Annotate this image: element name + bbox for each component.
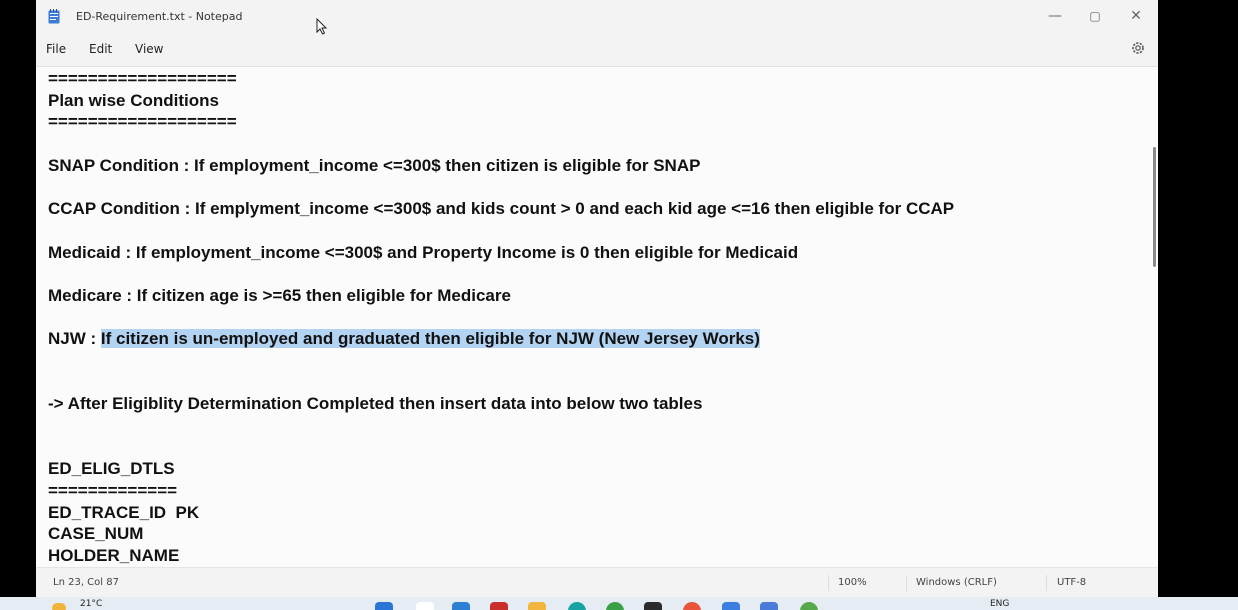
editor-line: ============= bbox=[48, 481, 178, 501]
editor-line: HOLDER_NAME bbox=[48, 546, 180, 566]
menu-view[interactable]: View bbox=[135, 42, 163, 56]
menu-bar: File Edit View bbox=[36, 34, 1158, 67]
taskbar: 21°C ENG bbox=[0, 597, 1238, 610]
editor-line: =================== bbox=[48, 69, 237, 88]
terminal-icon[interactable] bbox=[644, 602, 662, 610]
edge-icon[interactable] bbox=[568, 602, 586, 610]
editor-line: NJW : If citizen is un-employed and grad… bbox=[48, 328, 954, 350]
text-editor[interactable]: =================== Plan wise Conditions =… bbox=[36, 67, 1158, 567]
weather-icon bbox=[52, 603, 66, 610]
editor-line: CCAP Condition : If emplyment_income <=3… bbox=[48, 199, 955, 219]
vertical-scrollbar[interactable] bbox=[1153, 147, 1156, 267]
editor-line: -> After Eligiblity Determination Comple… bbox=[48, 394, 703, 414]
notepad-icon bbox=[48, 9, 60, 24]
maximize-button[interactable]: ▢ bbox=[1075, 4, 1115, 28]
notepad-window: ED-Requirement.txt - Notepad — ▢ ✕ File … bbox=[36, 0, 1158, 597]
start-icon[interactable] bbox=[375, 602, 393, 610]
editor-line: CASE_NUM bbox=[48, 524, 144, 544]
editor-line: Medicaid : If employment_income <=300$ a… bbox=[48, 242, 799, 262]
menu-file[interactable]: File bbox=[46, 42, 66, 56]
status-divider bbox=[828, 575, 829, 591]
line-text: NJW : bbox=[48, 329, 101, 349]
status-bar: Ln 23, Col 87 100% Windows (CRLF) UTF-8 bbox=[36, 567, 1158, 597]
zoom-level: 100% bbox=[838, 577, 867, 588]
temperature: 21°C bbox=[80, 599, 103, 609]
cursor-position: Ln 23, Col 87 bbox=[53, 577, 119, 588]
language-indicator[interactable]: ENG bbox=[990, 599, 1009, 609]
encoding: UTF-8 bbox=[1057, 577, 1087, 588]
chrome-icon[interactable] bbox=[606, 602, 624, 610]
gear-icon[interactable] bbox=[1130, 40, 1146, 56]
editor-line: SNAP Condition : If employment_income <=… bbox=[48, 155, 701, 175]
store-icon[interactable] bbox=[452, 602, 470, 610]
status-divider bbox=[906, 575, 907, 591]
search-icon[interactable] bbox=[416, 602, 434, 610]
editor-line: Medicare : If citizen age is >=65 then e… bbox=[48, 285, 511, 305]
editor-lines: =================== Plan wise Conditions =… bbox=[48, 68, 954, 567]
status-divider bbox=[1046, 575, 1047, 591]
editor-line: =================== bbox=[48, 112, 237, 132]
mail-icon[interactable] bbox=[490, 602, 508, 610]
title-bar[interactable]: ED-Requirement.txt - Notepad — ▢ ✕ bbox=[36, 0, 1158, 34]
close-button[interactable]: ✕ bbox=[1116, 4, 1156, 28]
folder-icon[interactable] bbox=[528, 602, 546, 610]
menu-edit[interactable]: Edit bbox=[89, 42, 112, 56]
minimize-button[interactable]: — bbox=[1035, 4, 1075, 28]
window-title: ED-Requirement.txt - Notepad bbox=[76, 10, 243, 23]
mouse-cursor-icon bbox=[316, 18, 328, 35]
editor-line: ED_TRACE_ID PK bbox=[48, 502, 200, 522]
line-ending: Windows (CRLF) bbox=[916, 577, 997, 588]
selected-text[interactable]: If citizen is un-employed and graduated … bbox=[100, 329, 760, 349]
app-icon[interactable] bbox=[683, 602, 701, 610]
editor-line: Plan wise Conditions bbox=[48, 90, 219, 110]
notepad-taskbar-icon[interactable] bbox=[760, 602, 778, 610]
editor-line: ED_ELIG_DTLS bbox=[48, 459, 175, 479]
app-icon[interactable] bbox=[800, 602, 818, 610]
app-icon[interactable] bbox=[722, 602, 740, 610]
